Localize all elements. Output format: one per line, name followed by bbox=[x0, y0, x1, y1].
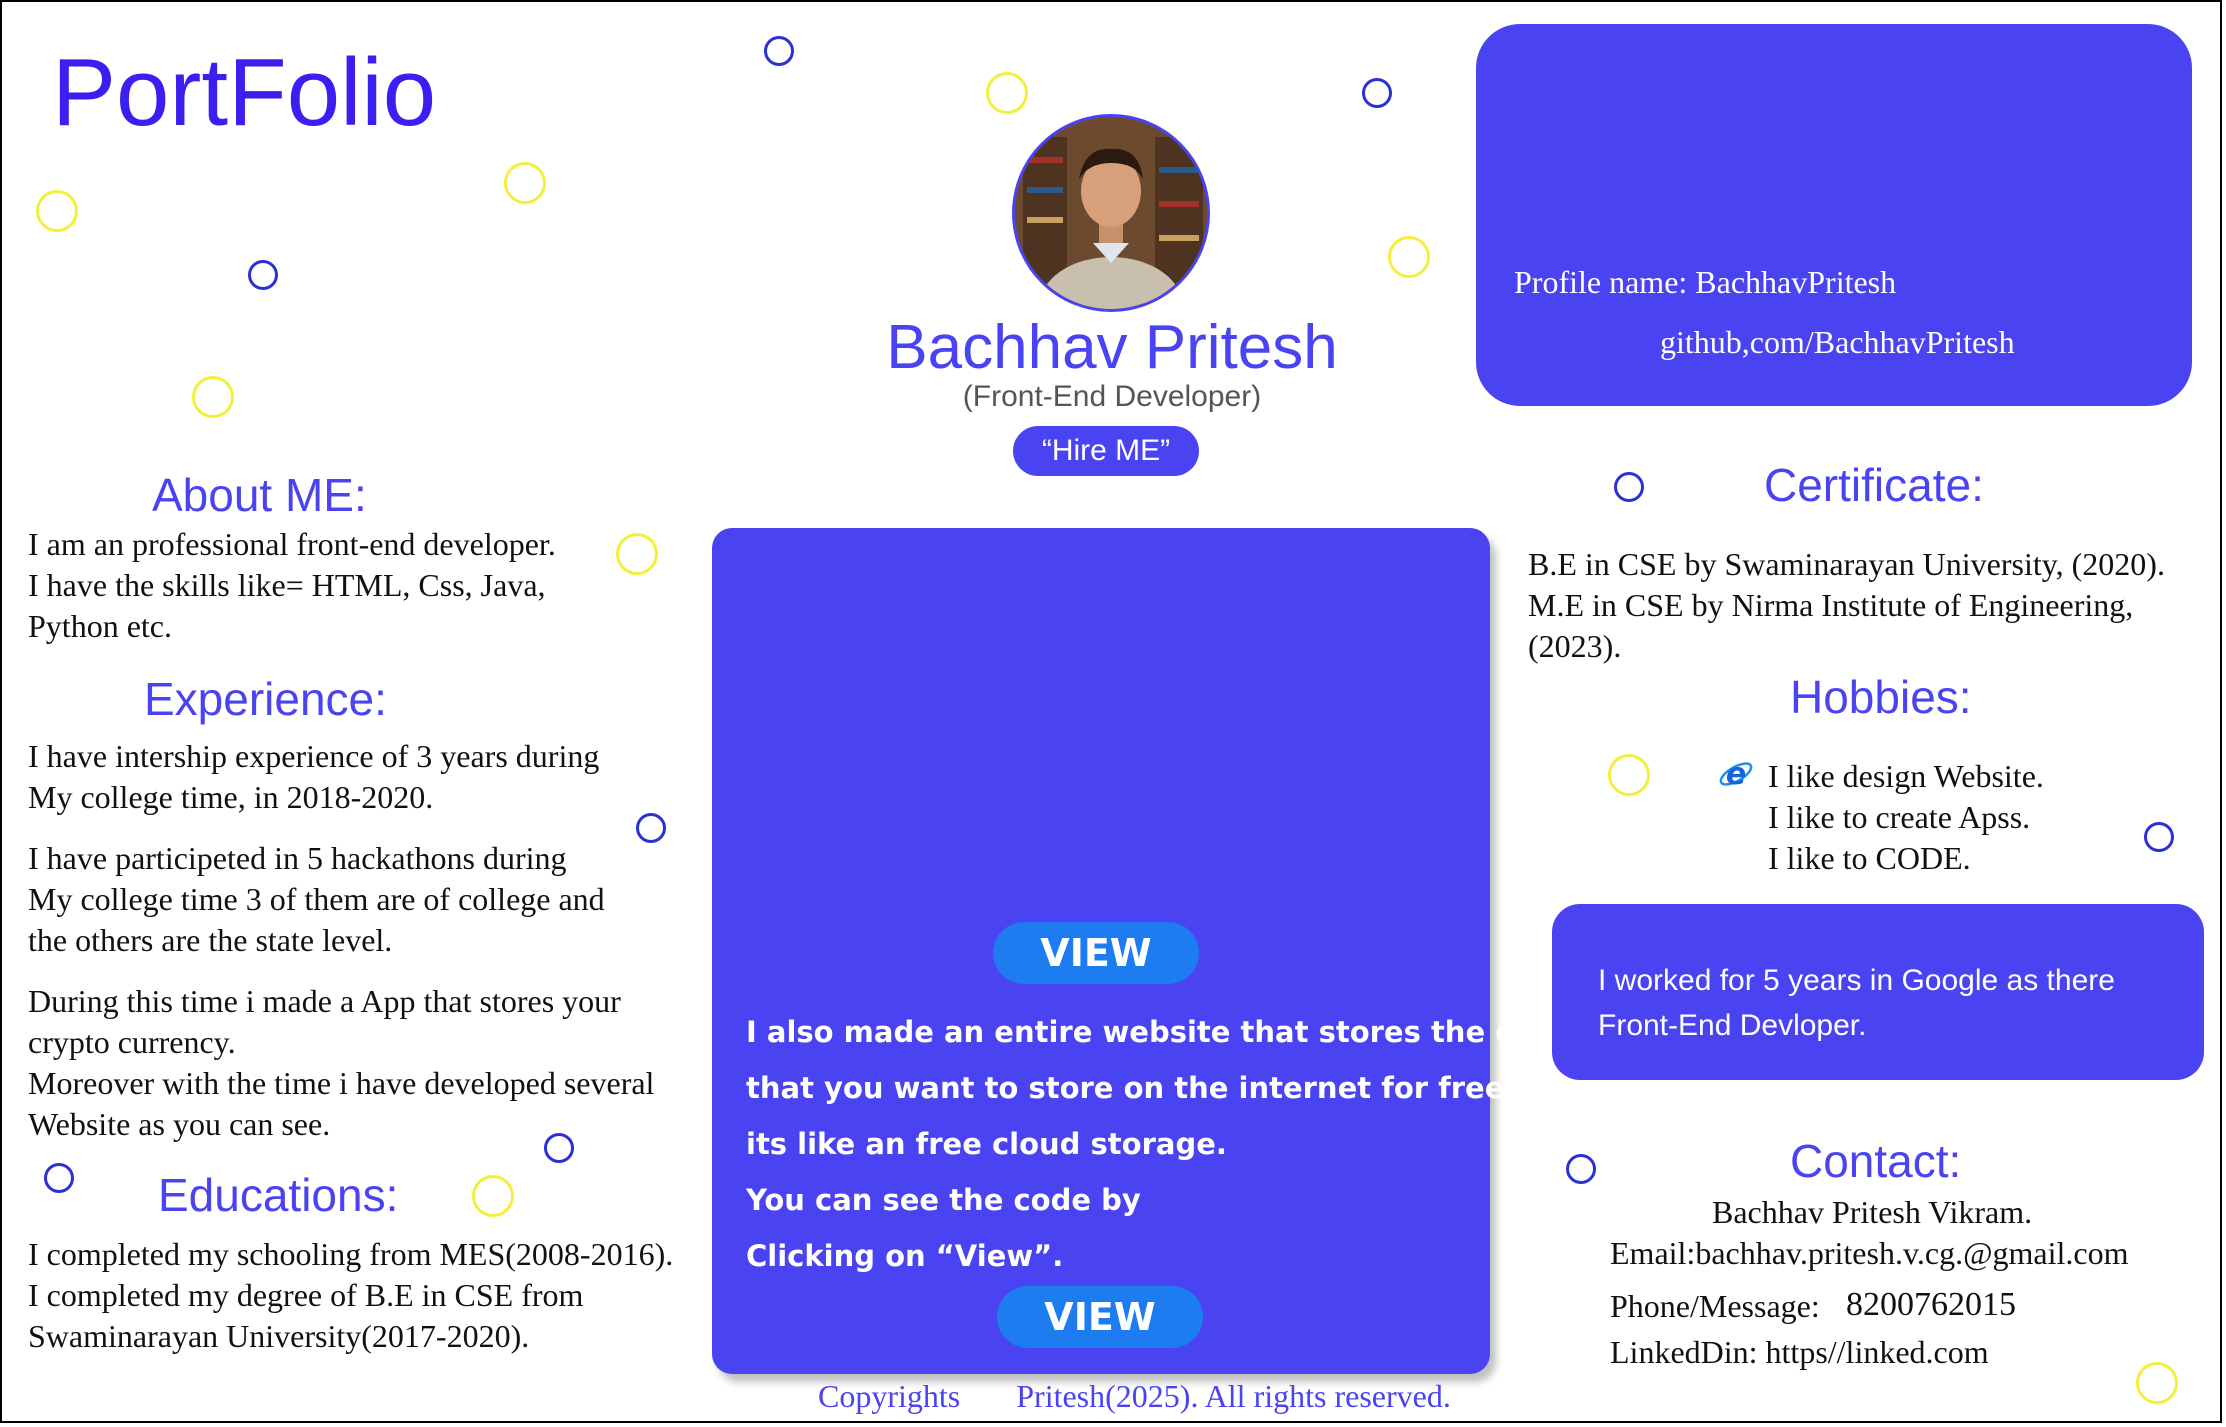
work-line: I worked for 5 years in Google as there bbox=[1598, 964, 2115, 997]
certificate-line: M.E in CSE by Nirma Institute of Enginee… bbox=[1528, 587, 2134, 623]
view-button-top[interactable]: VIEW bbox=[993, 922, 1199, 984]
experience-line: I have participeted in 5 hackathons duri… bbox=[28, 840, 567, 876]
experience-line: I have intership experience of 3 years d… bbox=[28, 738, 600, 774]
experience-line: Website as you can see. bbox=[28, 1106, 331, 1142]
decor-circle bbox=[44, 1163, 74, 1193]
view-button-bottom[interactable]: VIEW bbox=[997, 1286, 1203, 1348]
decor-circle bbox=[504, 162, 546, 204]
hobby-item: I like to create Apss. bbox=[1768, 799, 2031, 835]
about-heading: About ME: bbox=[152, 469, 367, 521]
contact-email[interactable]: Email:bachhav.pritesh.v.cg.@gmail.com bbox=[1610, 1233, 2129, 1274]
contact-phone[interactable]: 8200762015 bbox=[1846, 1284, 2016, 1325]
about-line: I have the skills like= HTML, Css, Java, bbox=[28, 567, 546, 603]
about-line: I am an professional front-end developer… bbox=[28, 526, 556, 562]
brand-title: PortFolio bbox=[52, 39, 437, 146]
experience-line: During this time i made a App that store… bbox=[28, 983, 621, 1019]
footer-copyright: Copyrights bbox=[818, 1378, 961, 1414]
decor-circle bbox=[2144, 822, 2174, 852]
project-description: I also made an entire website that store… bbox=[746, 1004, 1569, 1284]
certificate-line: B.E in CSE by Swaminarayan University, (… bbox=[1528, 546, 2165, 582]
decor-circle bbox=[192, 376, 234, 418]
decor-circle bbox=[1614, 472, 1644, 502]
footer-rights: Pritesh(2025). All rights reserved. bbox=[1016, 1378, 1451, 1414]
work-text: I worked for 5 years in Google as there … bbox=[1598, 958, 2178, 1048]
svg-text:e: e bbox=[1726, 757, 1746, 792]
decor-circle bbox=[1362, 78, 1392, 108]
decor-circle bbox=[616, 533, 658, 575]
education-line: I completed my schooling from MES(2008-2… bbox=[28, 1236, 674, 1272]
certificate-heading: Certificate: bbox=[1764, 459, 1984, 511]
decor-circle bbox=[36, 190, 78, 232]
contact-phone-label: Phone/Message: bbox=[1610, 1288, 1820, 1324]
profile-role: (Front-End Developer) bbox=[962, 380, 1262, 413]
certificate-line: (2023). bbox=[1528, 628, 1622, 664]
internet-explorer-icon: e bbox=[1718, 756, 1754, 792]
decor-circle bbox=[986, 72, 1028, 114]
experience-heading: Experience: bbox=[144, 673, 387, 725]
decor-circle bbox=[1566, 1154, 1596, 1184]
decor-circle bbox=[1608, 754, 1650, 796]
education-section: I completed my schooling from MES(2008-2… bbox=[28, 1234, 673, 1357]
project-line: You can see the code by bbox=[746, 1183, 1141, 1217]
contact-name: Bachhav Pritesh Vikram. bbox=[1712, 1194, 2033, 1230]
github-link[interactable]: github,com/BachhavPritesh bbox=[1660, 324, 2015, 361]
education-heading: Educations: bbox=[158, 1169, 399, 1221]
contact-linkedin[interactable]: LinkedDin: https//linked.com bbox=[1610, 1332, 1989, 1373]
profile-name-heading: Bachhav Pritesh bbox=[886, 313, 1338, 382]
hobby-item: I like design Website. bbox=[1768, 758, 2044, 794]
decor-circle bbox=[472, 1175, 514, 1217]
avatar bbox=[1012, 114, 1210, 312]
hire-me-button[interactable]: “Hire ME” bbox=[1013, 426, 1199, 476]
education-line: I completed my degree of B.E in CSE from bbox=[28, 1277, 584, 1313]
project-line: Clicking on “View”. bbox=[746, 1239, 1064, 1273]
project-line: that you want to store on the internet f… bbox=[746, 1071, 1516, 1105]
experience-line: My college time, in 2018-2020. bbox=[28, 779, 434, 815]
decor-circle bbox=[2136, 1362, 2178, 1404]
hobbies-list: I like design Website. I like to create … bbox=[1768, 756, 2044, 879]
experience-line: Moreover with the time i have developed … bbox=[28, 1065, 655, 1101]
profile-name-text: Profile name: BachhavPritesh bbox=[1514, 264, 1897, 300]
experience-line: crypto currency. bbox=[28, 1024, 236, 1060]
about-section: I am an professional front-end developer… bbox=[28, 524, 556, 647]
work-line: Front-End Devloper. bbox=[1598, 1009, 1867, 1042]
about-line: Python etc. bbox=[28, 608, 172, 644]
footer: Copyrights Pritesh(2025). All rights res… bbox=[818, 1378, 1451, 1415]
avatar-photo bbox=[1015, 117, 1207, 309]
hobbies-heading: Hobbies: bbox=[1790, 671, 1972, 723]
project-line: its like an free cloud storage. bbox=[746, 1127, 1227, 1161]
certificate-section: B.E in CSE by Swaminarayan University, (… bbox=[1528, 544, 2165, 667]
project-line: I also made an entire website that store… bbox=[746, 1015, 1569, 1049]
hobby-item: I like to CODE. bbox=[1768, 840, 1971, 876]
experience-line: My college time 3 of them are of college… bbox=[28, 881, 605, 917]
experience-section: I have intership experience of 3 years d… bbox=[28, 736, 654, 1145]
contact-heading: Contact: bbox=[1790, 1135, 1962, 1187]
decor-circle bbox=[1388, 236, 1430, 278]
decor-circle bbox=[248, 260, 278, 290]
decor-circle bbox=[764, 36, 794, 66]
education-line: Swaminarayan University(2017-2020). bbox=[28, 1318, 530, 1354]
experience-line: the others are the state level. bbox=[28, 922, 393, 958]
